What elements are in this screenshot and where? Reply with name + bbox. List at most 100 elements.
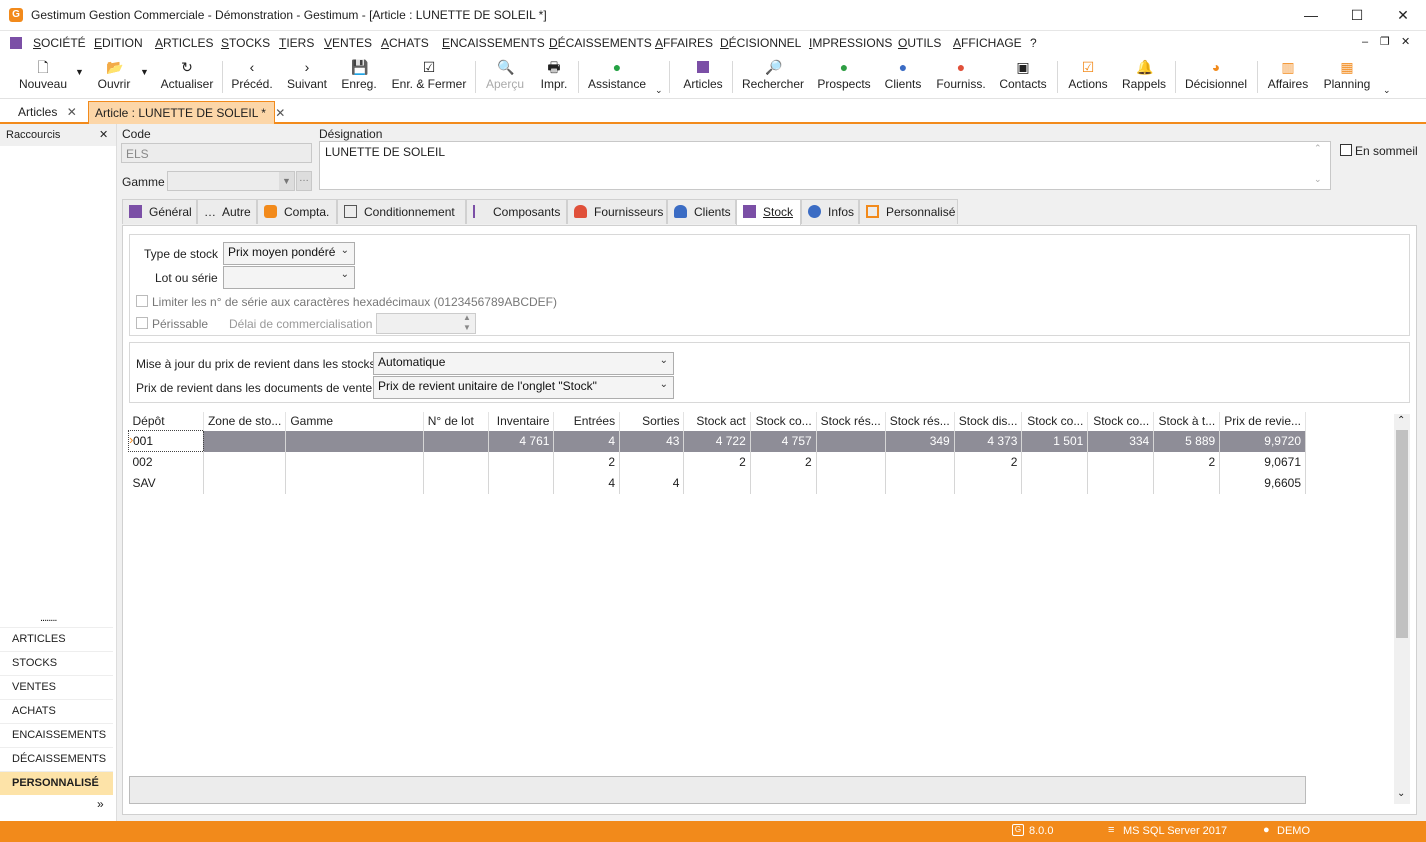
sidebar-item-stocks[interactable]: STOCKS bbox=[0, 651, 113, 675]
sidebar-item-achats[interactable]: ACHATS bbox=[0, 699, 113, 723]
menu-affaires[interactable]: AFFAIRES bbox=[655, 36, 713, 50]
tab-clients[interactable]: Clients bbox=[667, 199, 736, 224]
toolbar-overflow-icon[interactable]: ⌄ bbox=[1383, 85, 1391, 96]
menu-encaissements[interactable]: ENCAISSEMENTS bbox=[442, 36, 545, 50]
delai-spinner[interactable] bbox=[376, 313, 476, 334]
sidebar-item-encaissements[interactable]: ENCAISSEMENTS bbox=[0, 723, 113, 747]
grid-cell[interactable] bbox=[619, 451, 685, 473]
grid-cell[interactable]: 9,0671 bbox=[1219, 451, 1306, 473]
grid-cell[interactable] bbox=[203, 430, 287, 452]
grid-cell[interactable]: 2 bbox=[954, 451, 1023, 473]
ouvrir-dropdown-icon[interactable]: ▼ bbox=[140, 67, 149, 77]
spinner-up-icon[interactable]: ▲ bbox=[463, 313, 471, 322]
grid-column-header[interactable]: Stock co... bbox=[1021, 412, 1089, 431]
grid-cell[interactable] bbox=[423, 472, 489, 494]
grid-column-header[interactable]: Stock à t... bbox=[1153, 412, 1221, 431]
affaires-button[interactable]: ▥ Affaires bbox=[1266, 57, 1310, 97]
assistance-button[interactable]: ● Assistance bbox=[587, 57, 647, 97]
grid-cell[interactable] bbox=[1087, 451, 1155, 473]
suivant-button[interactable]: › Suivant bbox=[286, 57, 328, 97]
scroll-down-icon[interactable]: ⌄ bbox=[1397, 788, 1405, 799]
precedent-button[interactable]: ‹ Précéd. bbox=[231, 57, 273, 97]
designation-field[interactable]: LUNETTE DE SOLEIL bbox=[319, 141, 1331, 190]
tab-composants[interactable]: Composants bbox=[466, 199, 567, 224]
close-icon[interactable]: ✕ bbox=[67, 105, 77, 119]
grid-cell[interactable] bbox=[1087, 472, 1155, 494]
toolbar-overflow-icon[interactable]: ⌄ bbox=[655, 85, 663, 96]
prix-doc-select[interactable]: Prix de revient unitaire de l'onglet "St… bbox=[373, 376, 674, 399]
grid-cell[interactable] bbox=[683, 472, 751, 494]
spinner-down-icon[interactable]: ▼ bbox=[463, 323, 471, 332]
grid-cell[interactable] bbox=[488, 451, 555, 473]
mdi-minimize-icon[interactable]: – bbox=[1362, 36, 1368, 48]
grid-column-header[interactable]: Dépôt bbox=[128, 412, 204, 431]
fournisseurs-button[interactable]: ● Fourniss. bbox=[935, 57, 987, 97]
menu-help[interactable]: ? bbox=[1030, 36, 1037, 50]
grid-cell[interactable] bbox=[203, 451, 287, 473]
actualiser-button[interactable]: ↻ Actualiser bbox=[158, 57, 216, 97]
grid-cell[interactable]: 4 bbox=[553, 430, 621, 452]
enregistrer-fermer-button[interactable]: ☑ Enr. & Fermer bbox=[390, 57, 468, 97]
sidebar-item-personnalise[interactable]: PERSONNALISÉ bbox=[0, 771, 113, 795]
tab-fournisseurs[interactable]: Fournisseurs bbox=[567, 199, 667, 224]
menu-affichage[interactable]: AFFICHAGE bbox=[953, 36, 1022, 50]
imprimer-button[interactable]: 🖶 Impr. bbox=[538, 57, 570, 97]
tab-general[interactable]: Général bbox=[122, 199, 197, 224]
apercu-button[interactable]: 🔍 Aperçu bbox=[484, 57, 526, 97]
grid-cell[interactable] bbox=[488, 472, 555, 494]
menu-societe[interactable]: SOCIÉTÉ bbox=[33, 36, 86, 50]
close-button[interactable]: ✕ bbox=[1380, 0, 1426, 31]
grid-cell[interactable]: 2 bbox=[750, 451, 817, 473]
tab-personnalise[interactable]: Personnalisé bbox=[859, 199, 958, 224]
code-field[interactable]: ELS bbox=[121, 143, 312, 163]
ouvrir-button[interactable]: 📂 Ouvrir bbox=[94, 57, 134, 97]
planning-button[interactable]: ▦ Planning bbox=[1322, 57, 1372, 97]
grid-column-header[interactable]: N° de lot bbox=[423, 412, 489, 431]
grid-cell[interactable]: 4 757 bbox=[750, 430, 817, 452]
grid-cell[interactable] bbox=[816, 472, 886, 494]
grid-cell[interactable] bbox=[816, 430, 886, 452]
nouveau-button[interactable]: 🗋 Nouveau bbox=[16, 57, 70, 97]
grid-cell[interactable]: 1 501 bbox=[1021, 430, 1089, 452]
mdi-restore-icon[interactable]: ❐ bbox=[1380, 35, 1390, 48]
tab-articles[interactable]: Articles ✕ bbox=[12, 101, 84, 124]
menu-impressions[interactable]: IMPRESSIONS bbox=[809, 36, 892, 50]
gamme-browse-button[interactable]: … bbox=[296, 171, 312, 191]
grid-cell[interactable] bbox=[885, 451, 955, 473]
grid-column-header[interactable]: Stock act bbox=[683, 412, 751, 431]
grid-cell[interactable] bbox=[423, 430, 489, 452]
rechercher-button[interactable]: 🔎 Rechercher bbox=[741, 57, 805, 97]
menu-outils[interactable]: OUTILS bbox=[898, 36, 941, 50]
grid-cell[interactable] bbox=[285, 451, 424, 473]
table-row[interactable]: 002 2 2 2 2 2 9,0671 bbox=[128, 451, 1306, 473]
close-icon[interactable]: ✕ bbox=[99, 128, 108, 141]
type-stock-select[interactable]: Prix moyen pondéré ⌄ bbox=[223, 242, 355, 265]
grid-cell[interactable]: 4 bbox=[619, 472, 685, 494]
grid-column-header[interactable]: Stock co... bbox=[750, 412, 817, 431]
menu-achats[interactable]: ACHATS bbox=[381, 36, 429, 50]
scroll-down-icon[interactable]: ⌄ bbox=[1314, 174, 1322, 185]
menu-tiers[interactable]: TIERS bbox=[279, 36, 314, 50]
tab-infos[interactable]: Infos bbox=[801, 199, 859, 224]
decisionnel-button[interactable]: ◕ Décisionnel bbox=[1184, 57, 1248, 97]
tab-conditionnement[interactable]: Conditionnement bbox=[337, 199, 466, 224]
table-row[interactable]: SAV 4 4 9,6605 bbox=[128, 472, 1306, 494]
maximize-button[interactable]: ☐ bbox=[1334, 0, 1380, 31]
grid-column-header[interactable]: Stock rés... bbox=[816, 412, 886, 431]
contacts-button[interactable]: ▣ Contacts bbox=[998, 57, 1048, 97]
grid-cell[interactable]: 334 bbox=[1087, 430, 1155, 452]
grid-column-header[interactable]: Sorties bbox=[619, 412, 685, 431]
perissable-checkbox[interactable] bbox=[136, 317, 148, 329]
grid-cell[interactable]: 2 bbox=[683, 451, 751, 473]
grid-cell[interactable]: 4 761 bbox=[488, 430, 555, 452]
nouveau-dropdown-icon[interactable]: ▼ bbox=[75, 67, 84, 77]
grid-cell[interactable]: 4 722 bbox=[683, 430, 751, 452]
grid-column-header[interactable]: Prix de revie... bbox=[1219, 412, 1306, 431]
grid-cell[interactable] bbox=[203, 472, 287, 494]
grid-cell[interactable]: 5 889 bbox=[1153, 430, 1221, 452]
rappels-button[interactable]: 🔔 Rappels bbox=[1122, 57, 1166, 97]
scrollbar-thumb[interactable] bbox=[1396, 430, 1408, 638]
en-sommeil-checkbox[interactable] bbox=[1340, 144, 1352, 156]
grid-column-header[interactable]: Gamme bbox=[285, 412, 424, 431]
scroll-up-icon[interactable]: ⌃ bbox=[1397, 415, 1405, 426]
